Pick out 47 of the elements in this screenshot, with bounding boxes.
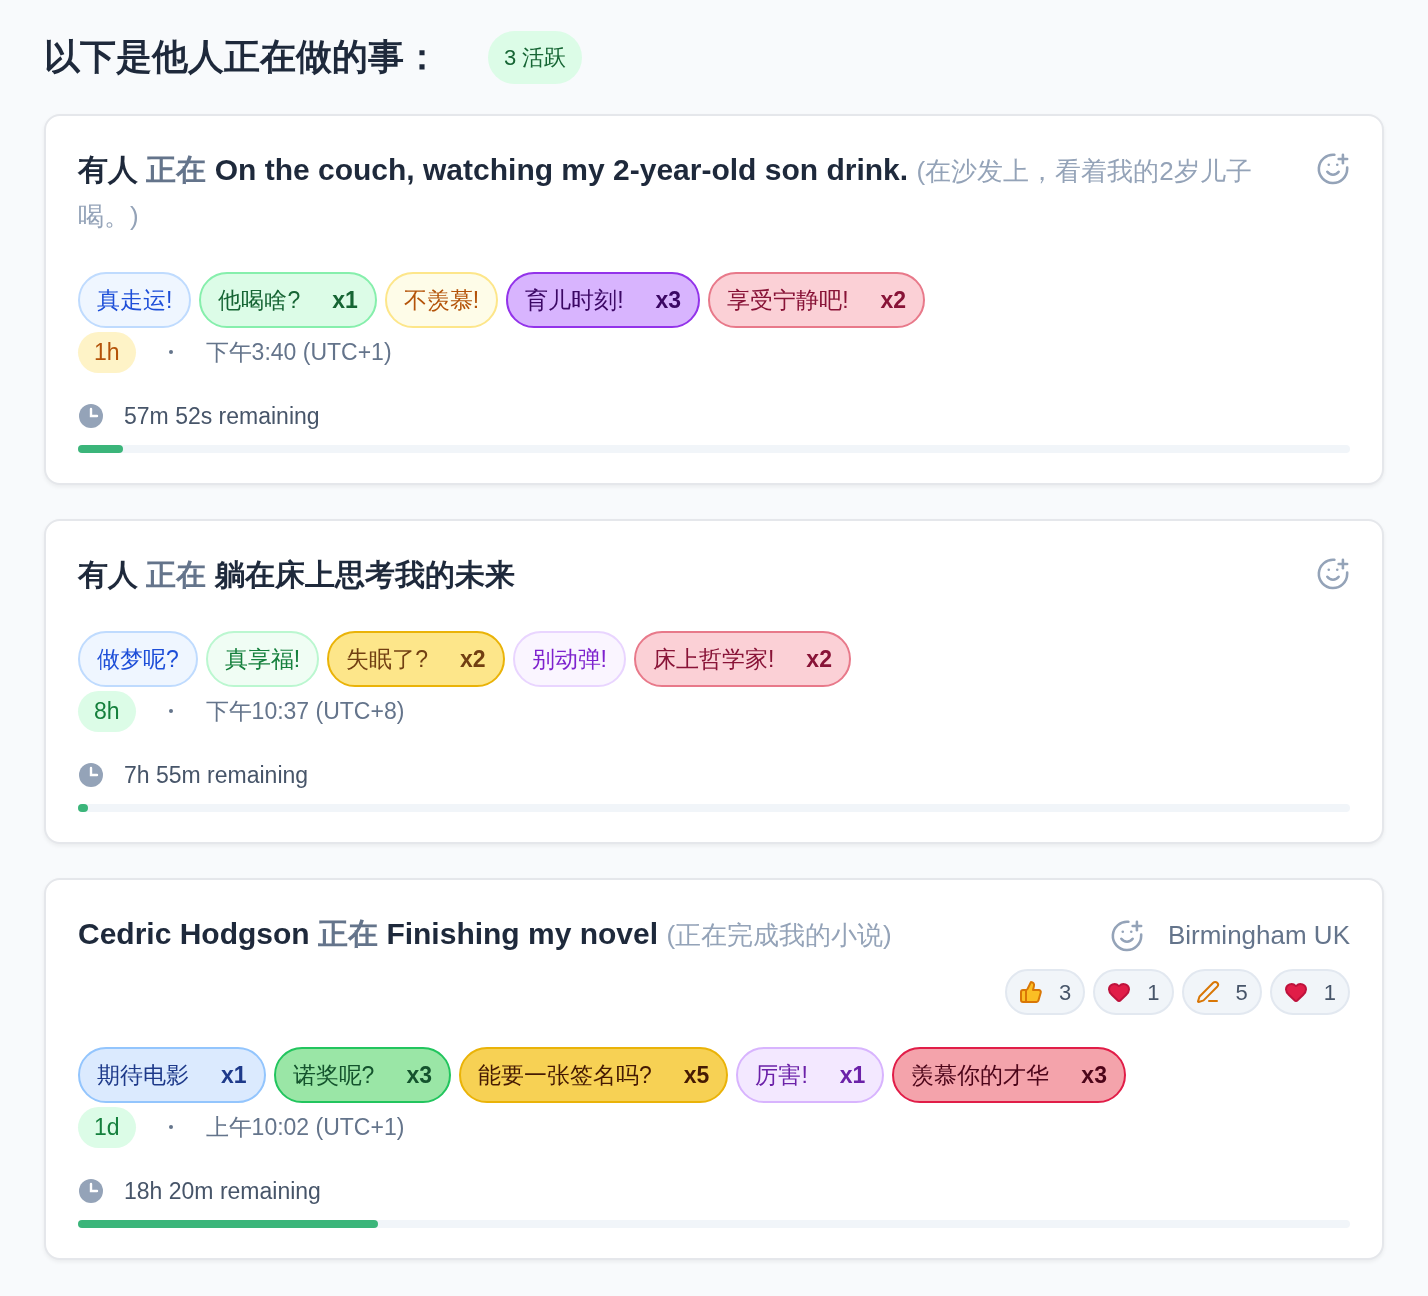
reaction-tag[interactable]: 失眠了? x2 xyxy=(327,631,505,687)
reaction-tag[interactable]: 别动弹! xyxy=(512,631,626,687)
heart-icon xyxy=(1107,980,1132,1004)
reaction-tag[interactable]: 羡慕你的才华 x3 xyxy=(892,1047,1126,1103)
reaction-tag[interactable]: 真享福! xyxy=(205,631,320,687)
clock-icon xyxy=(78,402,104,429)
reaction-tag[interactable]: 真走运! xyxy=(78,272,192,328)
clock-icon xyxy=(78,1177,104,1204)
activity-title: Cedric Hodgson 正在 Finishing my novel (正在完成我的小说) xyxy=(78,916,893,952)
reaction-count: 1 xyxy=(1323,978,1336,1007)
reaction-tag[interactable]: 不羡慕! xyxy=(384,272,499,328)
clock-icon xyxy=(78,761,104,788)
remaining-text: 18h 20m remaining xyxy=(124,1176,321,1206)
remaining-text: 57m 52s remaining xyxy=(124,401,320,431)
reaction-count: 3 xyxy=(1059,978,1072,1007)
reaction-tag[interactable]: 厉害! x1 xyxy=(736,1047,885,1103)
reaction-tag[interactable]: 床上哲学家! x2 xyxy=(633,631,851,687)
reaction-tag[interactable]: 他喝啥? x1 xyxy=(199,272,377,328)
age-badge: 1h xyxy=(78,332,136,373)
time-text: 下午3:40 (UTC+1) xyxy=(205,338,392,367)
reaction-tag[interactable]: 享受宁静吧! x2 xyxy=(708,272,926,328)
activity-title: 有人 正在 On the couch, watching my 2-year-old son drink. (在沙发上，看着我的2岁儿子喝。) xyxy=(78,152,1253,233)
location-text: Birmingham UK xyxy=(1167,919,1350,952)
page-title: 以下是他人正在做的事： xyxy=(44,35,440,79)
reaction-count: 5 xyxy=(1235,978,1248,1007)
add-reaction-icon[interactable] xyxy=(1109,918,1144,953)
reaction-tag[interactable]: 诺奖呢? x3 xyxy=(273,1047,451,1103)
reaction-button[interactable]: 1 xyxy=(1093,969,1174,1015)
reaction-button[interactable]: 5 xyxy=(1181,969,1262,1015)
remaining-text: 7h 55m remaining xyxy=(124,760,309,790)
time-text: 上午10:02 (UTC+1) xyxy=(205,1113,405,1142)
time-text: 下午10:37 (UTC+8) xyxy=(205,697,405,726)
reaction-tag[interactable]: 育儿时刻! x3 xyxy=(506,272,701,328)
reaction-count: 1 xyxy=(1147,978,1160,1007)
reaction-tag[interactable]: 能要一张签名吗? x5 xyxy=(459,1047,729,1103)
activity-title: 有人 正在 躺在床上思考我的未来 xyxy=(78,557,516,593)
thumbs-up-icon xyxy=(1019,980,1043,1004)
reaction-tag[interactable]: 期待电影 x1 xyxy=(78,1047,266,1103)
reaction-button[interactable]: 1 xyxy=(1269,969,1350,1015)
age-badge: 1d xyxy=(78,1107,136,1148)
reaction-tag[interactable]: 做梦呢? xyxy=(78,631,198,687)
add-reaction-icon[interactable] xyxy=(1316,557,1350,591)
reaction-button[interactable]: 3 xyxy=(1005,969,1086,1015)
active-count-badge: 3 活跃 xyxy=(488,30,583,84)
add-reaction-icon[interactable] xyxy=(1316,152,1350,186)
heart-icon xyxy=(1283,980,1308,1004)
age-badge: 8h xyxy=(78,691,136,732)
